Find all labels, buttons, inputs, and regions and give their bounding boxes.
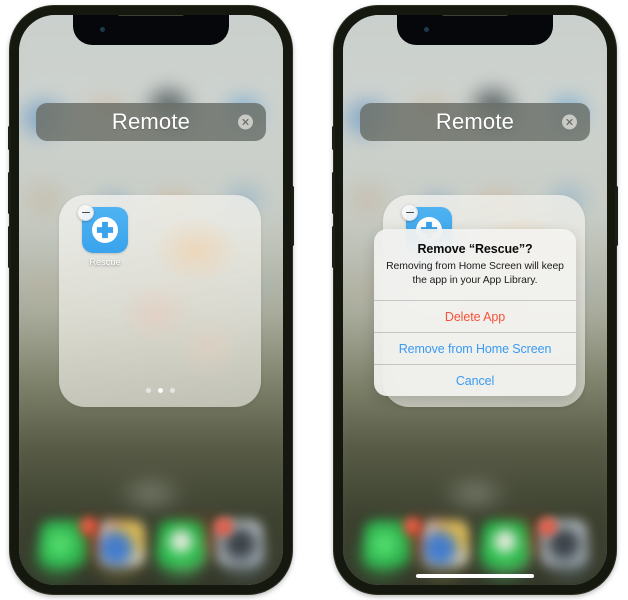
silence-switch[interactable] — [8, 126, 11, 150]
page-dot[interactable] — [145, 388, 151, 393]
page-dot-active[interactable] — [157, 388, 163, 393]
alert-message: Removing from Home Screen will keep the … — [386, 261, 564, 286]
power-button[interactable] — [291, 186, 294, 246]
whatsapp-app-badge — [214, 517, 233, 536]
device-notch — [73, 15, 229, 45]
remove-minus-badge-icon[interactable] — [77, 204, 94, 221]
chrome-app-icon[interactable] — [98, 520, 145, 566]
clear-search-icon[interactable] — [238, 114, 253, 130]
earpiece-speaker — [118, 15, 184, 16]
dock — [27, 515, 275, 571]
search-results-panel: Rescue — [59, 195, 261, 407]
search-query-text: Remote — [111, 109, 191, 134]
page-dot[interactable] — [169, 388, 175, 393]
screenshot-stage: Remote Rescue Remote Remove “Rescue”? Re… — [0, 0, 628, 600]
volume-up-button[interactable] — [332, 172, 335, 214]
cancel-button[interactable]: Cancel — [374, 363, 576, 396]
silence-switch[interactable] — [332, 126, 335, 150]
volume-down-button[interactable] — [332, 226, 335, 268]
alert-title: Remove “Rescue”? — [417, 242, 533, 256]
alert-header: Remove “Rescue”? Removing from Home Scre… — [374, 229, 576, 300]
remove-app-alert: Remove “Rescue”? Removing from Home Scre… — [374, 229, 576, 396]
power-button[interactable] — [615, 186, 618, 246]
volume-down-button[interactable] — [8, 226, 11, 268]
phone-device-left: Remote Rescue — [8, 6, 294, 594]
remove-from-home-screen-button[interactable]: Remove from Home Screen — [374, 331, 576, 364]
phone-screen-right: Remote Rescue — [343, 15, 607, 585]
phone-screen-left: Remote Rescue — [19, 15, 283, 585]
front-camera-icon — [100, 27, 105, 32]
volume-up-button[interactable] — [8, 172, 11, 214]
whatsapp-app-icon[interactable] — [157, 520, 204, 566]
delete-app-button[interactable]: Delete App — [374, 299, 576, 332]
phone-device-right: Remote Rescue — [332, 6, 618, 594]
phone-app-badge — [79, 517, 98, 536]
app-label-rescue: Rescue — [89, 257, 121, 267]
page-dots — [59, 388, 261, 393]
search-field[interactable]: Remote — [36, 103, 266, 141]
app-item-rescue[interactable]: Rescue — [71, 204, 139, 267]
